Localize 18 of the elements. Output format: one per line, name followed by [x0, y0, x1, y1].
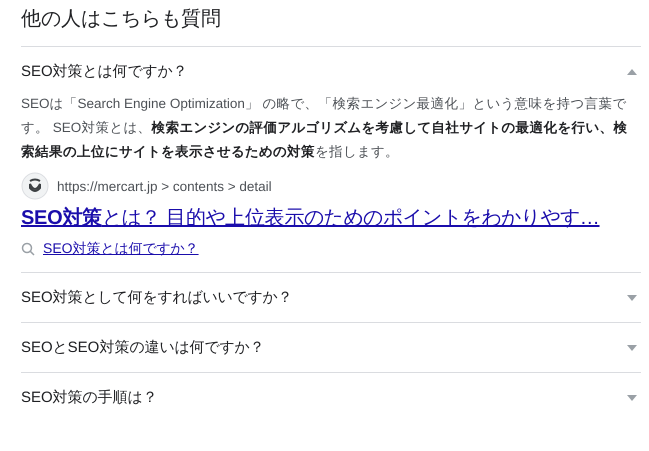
search-icon — [21, 242, 35, 256]
question-row[interactable]: SEO対策とは何ですか？ — [21, 47, 641, 96]
caret-down-icon — [627, 394, 637, 400]
caret-down-icon — [627, 344, 637, 350]
question-row[interactable]: SEO対策の手順は？ — [21, 373, 641, 422]
question-text: SEOとSEO対策の違いは何ですか？ — [21, 338, 264, 357]
question-text: SEO対策の手順は？ — [21, 388, 158, 407]
answer-text: SEOは「Search Engine Optimization」 の略で、「検索エンジン最適化」という意味を持つ言葉です。 SEO対策とは、検索エンジンの評価アルゴリズムを考慮して自社サイトの最適化を行い、検索結果の上位にサイトを表示させるための対策を指します。 — [21, 95, 628, 161]
section-heading: 他の人はこちらも質問 — [21, 7, 222, 32]
caret-up-icon — [627, 68, 637, 74]
search-link[interactable]: SEO対策とは何ですか？ — [43, 240, 199, 258]
source-url: https://mercart.jp > contents > detail — [57, 178, 272, 194]
question-text: SEO対策として何をすればいいですか？ — [21, 288, 293, 307]
question-row[interactable]: SEO対策として何をすればいいですか？ — [21, 273, 641, 322]
question-row[interactable]: SEOとSEO対策の違いは何ですか？ — [21, 323, 641, 372]
question-text: SEO対策とは何ですか？ — [21, 62, 188, 81]
site-favicon-icon — [21, 172, 49, 200]
caret-down-icon — [627, 294, 637, 300]
